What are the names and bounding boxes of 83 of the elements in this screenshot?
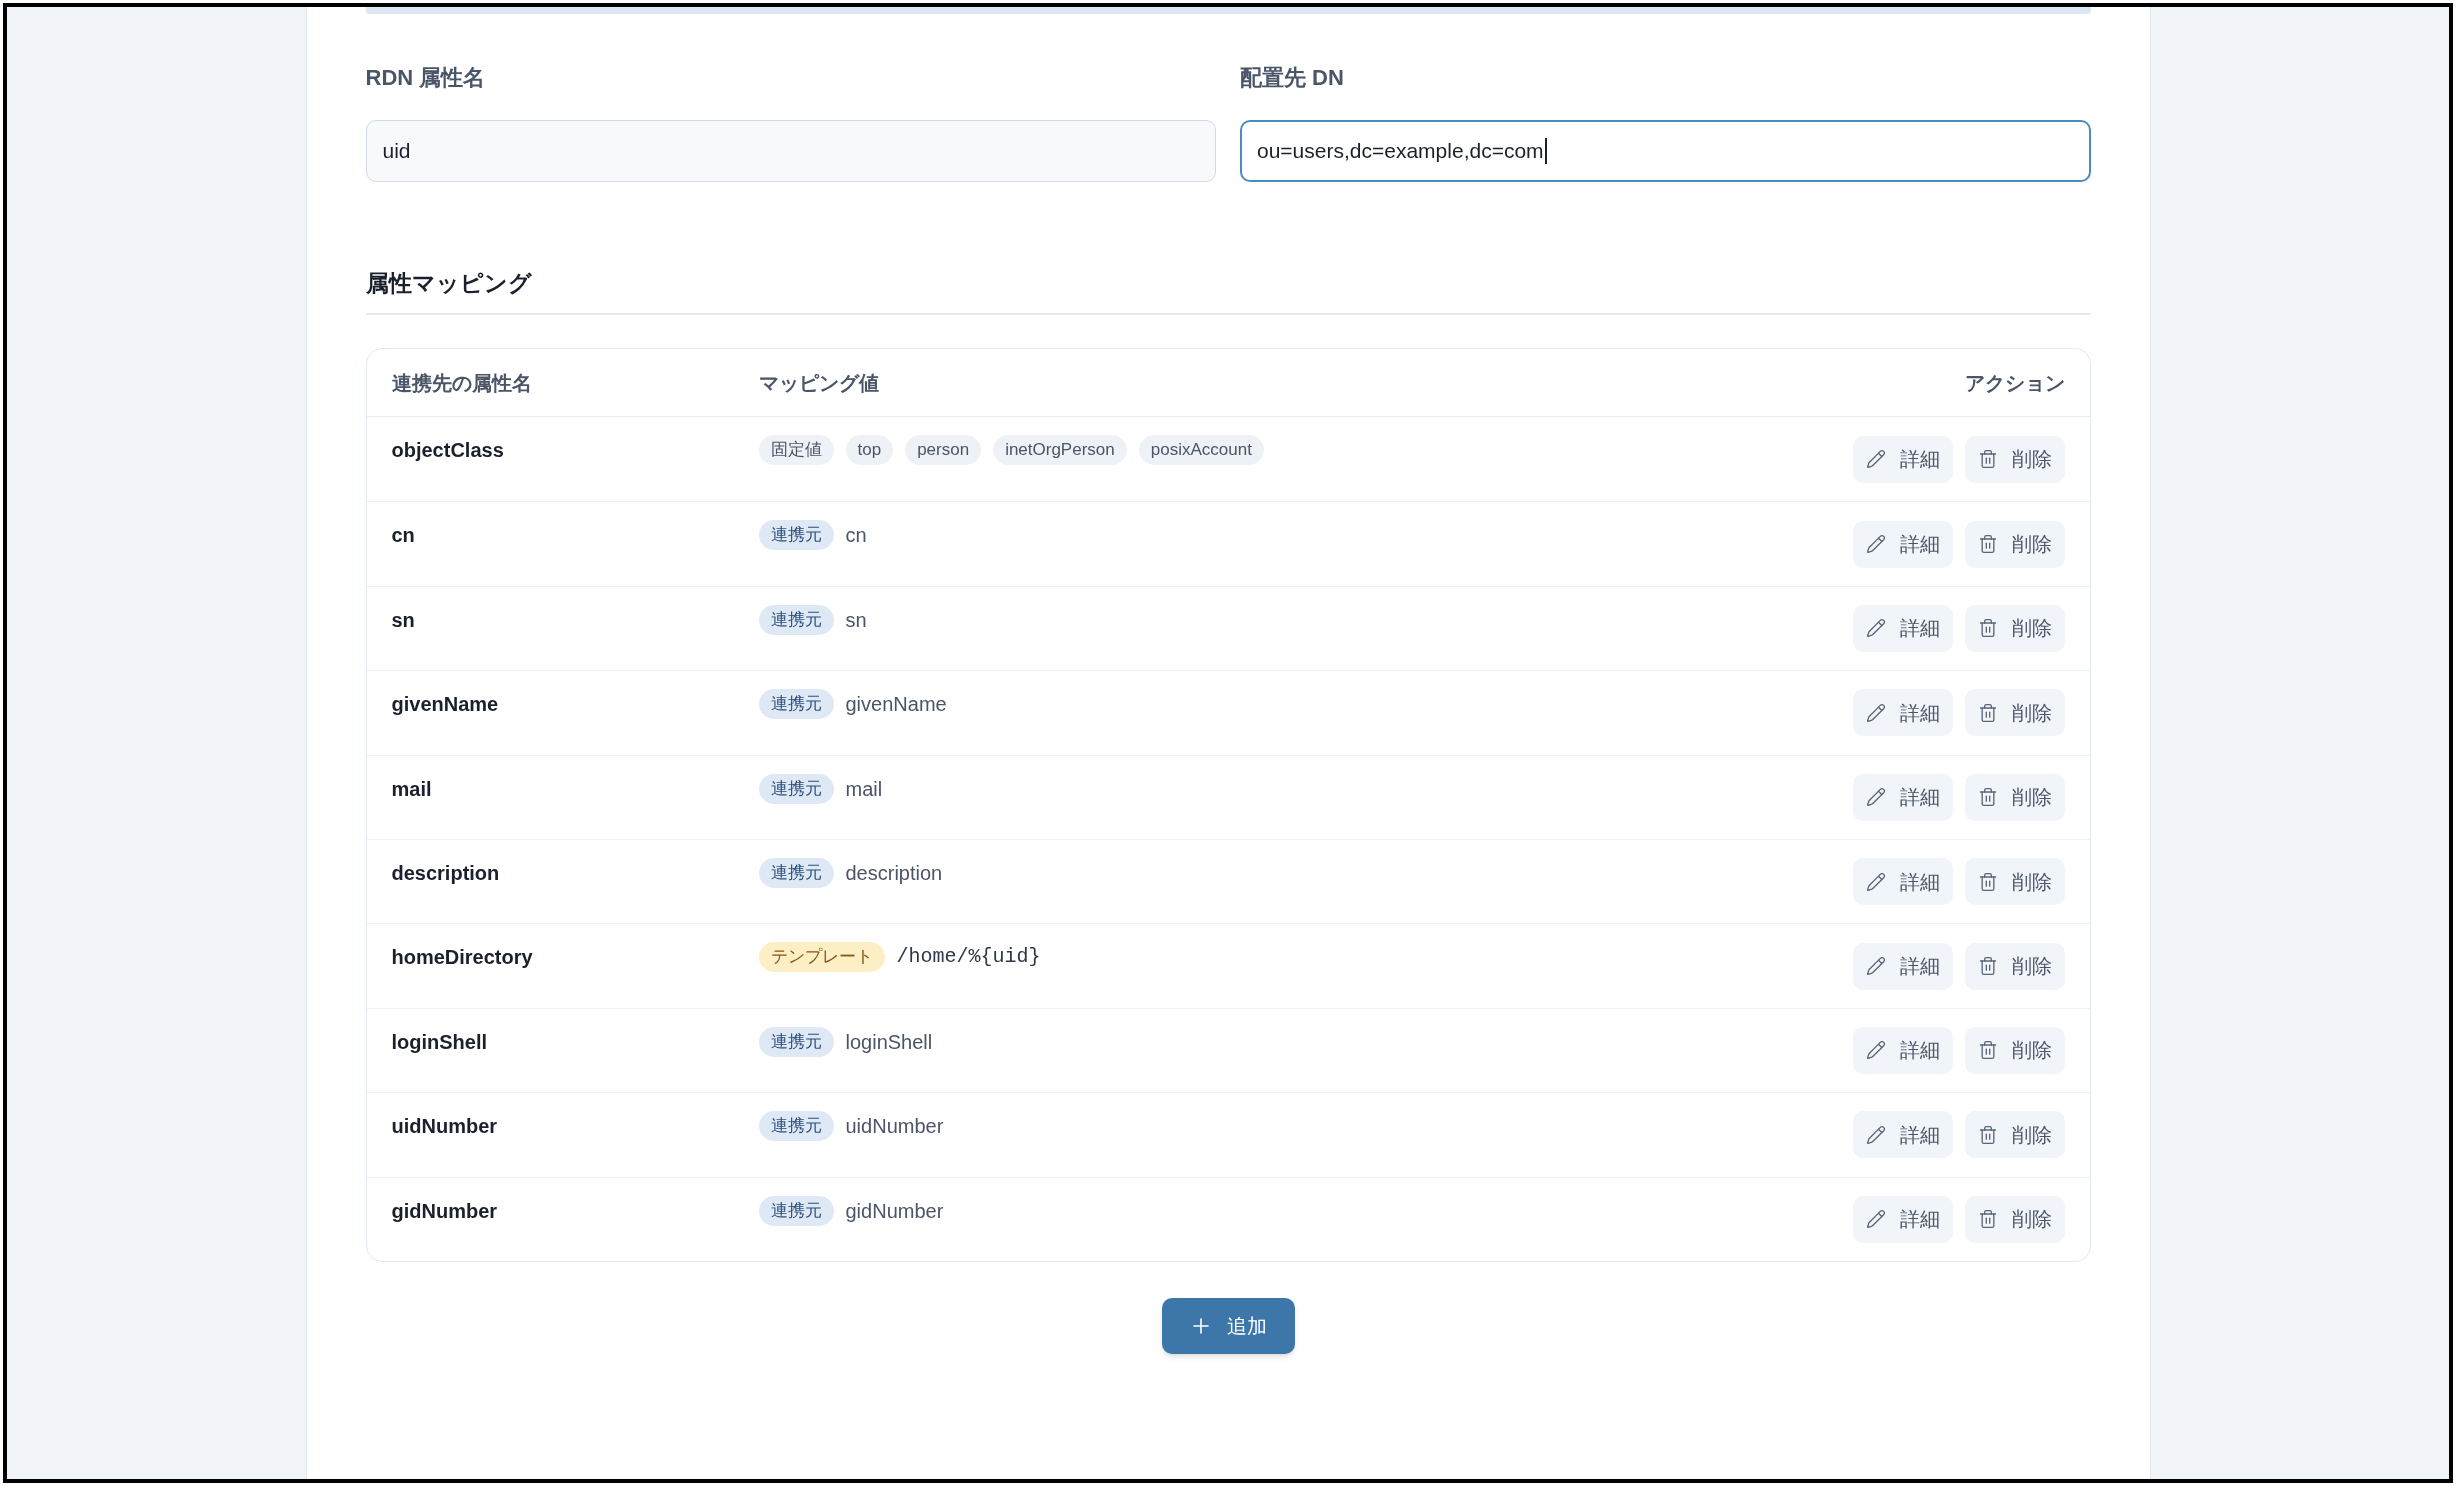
template-expression: /home/%{uid} [896, 944, 1041, 971]
mapping-value: loginShell [845, 1029, 933, 1055]
add-button[interactable]: 追加 [1161, 1297, 1295, 1354]
mapping-value: uidNumber [845, 1114, 944, 1140]
attribute-name: loginShell [391, 1030, 488, 1053]
mapping-type-tag: 連携元 [758, 773, 834, 804]
edit-button[interactable]: 詳細 [1852, 1026, 1953, 1074]
delete-button[interactable]: 削除 [1964, 1111, 2065, 1159]
delete-button[interactable]: 削除 [1964, 1026, 2065, 1074]
edit-button[interactable]: 詳細 [1852, 773, 1953, 821]
pencil-icon [1865, 534, 1886, 555]
pencil-icon [1865, 787, 1886, 808]
mapping-value: description [845, 860, 943, 886]
mapping-type-tag: 連携元 [758, 1195, 834, 1226]
mapping-value: mail [845, 776, 883, 802]
mapping-value: sn [845, 607, 867, 633]
pencil-icon [1865, 956, 1886, 977]
trash-icon [1977, 534, 1998, 555]
edit-button[interactable]: 詳細 [1852, 689, 1953, 737]
trash-icon [1977, 787, 1998, 808]
edit-button[interactable]: 詳細 [1852, 942, 1953, 990]
edit-button[interactable]: 詳細 [1852, 604, 1953, 652]
attribute-name: description [391, 861, 500, 884]
mapping-value: gidNumber [845, 1198, 944, 1224]
delete-button[interactable]: 削除 [1964, 435, 2065, 483]
trash-icon [1977, 956, 1998, 977]
column-header: 連携先の属性名 [391, 370, 533, 396]
column-header: アクション [1964, 370, 2065, 396]
mapping-type-tag: 連携元 [758, 604, 834, 635]
attribute-name: uidNumber [391, 1115, 498, 1138]
attribute-name: homeDirectory [391, 946, 533, 969]
delete-button[interactable]: 削除 [1964, 773, 2065, 821]
mapping-type-tag: 連携元 [758, 857, 834, 888]
mapping-type-tag: 連携元 [758, 520, 834, 551]
attribute-name: gidNumber [391, 1199, 498, 1222]
attribute-name: objectClass [391, 439, 504, 461]
pencil-icon [1865, 1040, 1886, 1061]
pencil-icon [1865, 1124, 1886, 1145]
delete-button[interactable]: 削除 [1964, 1195, 2065, 1243]
mapping-type-tag: 連携元 [758, 689, 834, 720]
attribute-name: cn [391, 524, 415, 547]
pencil-icon [1865, 871, 1886, 892]
trash-icon [1977, 1124, 1998, 1145]
value-tag: top [845, 435, 894, 465]
attribute-name: mail [391, 777, 432, 800]
trash-icon [1977, 618, 1998, 639]
edit-button[interactable]: 詳細 [1852, 435, 1953, 483]
field-label: 配置先 DN [1240, 64, 1344, 92]
pencil-icon [1865, 449, 1886, 470]
edit-button[interactable]: 詳細 [1852, 1195, 1953, 1243]
value-tag: person [905, 435, 982, 465]
pencil-icon [1865, 1209, 1886, 1230]
mapping-type-tag: 連携元 [758, 1026, 834, 1057]
edit-button[interactable]: 詳細 [1852, 1111, 1953, 1159]
trash-icon [1977, 1040, 1998, 1061]
mapping-value: givenName [845, 692, 947, 718]
mapping-type-tag: 連携元 [758, 1111, 834, 1142]
delete-button[interactable]: 削除 [1964, 858, 2065, 906]
input-field[interactable]: uid [365, 120, 1216, 182]
field-label: RDN 属性名 [365, 64, 486, 92]
mapping-value: cn [845, 523, 867, 549]
attribute-name: sn [391, 608, 415, 631]
delete-button[interactable]: 削除 [1964, 942, 2065, 990]
mapping-type-tag: 固定値 [758, 435, 834, 465]
edit-button[interactable]: 詳細 [1852, 858, 1953, 906]
text-cursor-icon [1544, 138, 1547, 164]
section-title: 属性マッピング [365, 269, 532, 298]
input-field[interactable]: ou=users,dc=example,dc=com [1240, 120, 2091, 182]
edit-button[interactable]: 詳細 [1852, 520, 1953, 568]
trash-icon [1977, 871, 1998, 892]
delete-button[interactable]: 削除 [1964, 604, 2065, 652]
delete-button[interactable]: 削除 [1964, 689, 2065, 737]
value-tag: inetOrgPerson [993, 435, 1127, 465]
column-header: マッピング値 [758, 370, 880, 396]
value-tag: posixAccount [1138, 435, 1264, 465]
attribute-name: givenName [391, 693, 499, 716]
pencil-icon [1865, 618, 1886, 639]
pencil-icon [1865, 702, 1886, 723]
mapping-type-tag: テンプレート [758, 942, 885, 973]
trash-icon [1977, 702, 1998, 723]
trash-icon [1977, 449, 1998, 470]
delete-button[interactable]: 削除 [1964, 520, 2065, 568]
trash-icon [1977, 1209, 1998, 1230]
